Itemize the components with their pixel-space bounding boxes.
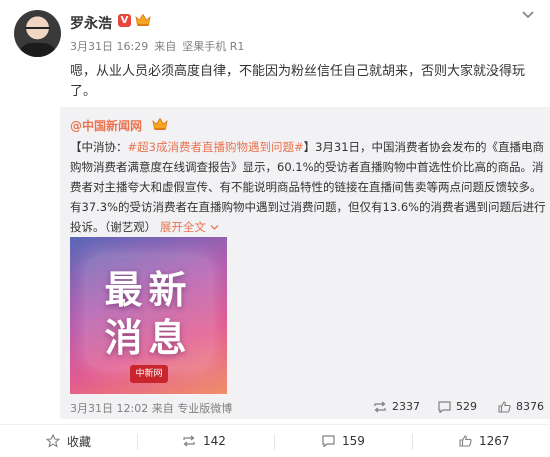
repost-icon: [374, 401, 386, 412]
separator: [412, 434, 413, 450]
comment-button[interactable]: 159: [322, 425, 365, 457]
comment-icon: [322, 435, 335, 447]
comment-count: 529: [456, 400, 477, 413]
like-count: 8376: [516, 400, 544, 413]
post-source[interactable]: 坚果手机 R1: [182, 40, 244, 53]
repost-source[interactable]: 专业版微博: [177, 402, 232, 415]
expand-full-text-link[interactable]: 展开全文: [156, 220, 219, 234]
crown-icon[interactable]: [135, 13, 151, 27]
like-button[interactable]: 1267: [459, 425, 510, 457]
chevron-down-icon[interactable]: [521, 10, 535, 20]
reposted-card: @中国新闻网 【中消协：#超3成消费者直播购物遇到问题#】3月31日，中国消费者…: [60, 107, 550, 419]
like-count: 1267: [479, 434, 510, 448]
repost-text-prefix: 【中消协：: [70, 140, 128, 154]
avatar[interactable]: [14, 10, 61, 57]
repost-repost-count[interactable]: 2337: [373, 400, 420, 413]
post-text: 嗯，从业人员必须高度自律，不能因为粉丝信任自己就胡来，否则大家就没得玩了。: [70, 64, 526, 99]
avatar-suit: [18, 43, 57, 57]
post-time[interactable]: 3月31日 16:29: [70, 40, 148, 53]
repost-text-body: 】3月31日，中国消费者协会发布的《直播电商购物消费者满意度在线调查报告》显示，…: [70, 140, 546, 234]
crown-icon[interactable]: [152, 117, 168, 131]
repost-text: 【中消协：#超3成消费者直播购物遇到问题#】3月31日，中国消费者协会发布的《直…: [70, 137, 546, 237]
repost-count: 142: [203, 434, 226, 448]
repost-meta: 3月31日 12:02 来自 专业版微博: [70, 400, 232, 416]
comment-count: 159: [342, 434, 365, 448]
weibo-post-card: 罗永浩 V 3月31日 16:29 来自 坚果手机 R1 嗯，从业人员必须高度自律，…: [0, 0, 550, 457]
separator: [137, 434, 138, 450]
separator: [274, 434, 275, 450]
avatar-glasses: [25, 27, 50, 33]
hashtag-link[interactable]: #超3成消费者直播购物遇到问题#: [128, 140, 304, 154]
repost-button[interactable]: 142: [182, 425, 226, 457]
author-name[interactable]: 罗永浩: [70, 13, 112, 33]
thumbs-up-icon: [459, 435, 472, 447]
repost-like-count[interactable]: 8376: [498, 400, 544, 413]
star-icon: [46, 434, 60, 448]
verified-v-icon: V: [118, 14, 131, 27]
thumbs-up-icon: [498, 400, 511, 413]
chevron-down-icon: [210, 225, 219, 230]
repost-count: 2337: [392, 400, 420, 413]
image-text-line1: 最新: [104, 268, 193, 312]
repost-source-prefix: 来自: [151, 402, 174, 415]
comment-icon: [438, 400, 451, 413]
news-image[interactable]: 最新 消息 中新网: [70, 237, 227, 394]
action-bar: 收藏 142 159 1267: [0, 425, 550, 457]
post-source-prefix: 来自: [154, 40, 177, 53]
repost-footer: 3月31日 12:02 来自 专业版微博 2337 529 8376: [70, 400, 546, 416]
repost-icon: [183, 435, 195, 447]
repost-time[interactable]: 3月31日 12:02: [70, 402, 148, 415]
repost-author[interactable]: @中国新闻网: [70, 117, 142, 134]
repost-comment-count[interactable]: 529: [438, 400, 477, 413]
expand-label: 展开全文: [159, 220, 206, 234]
post-meta: 3月31日 16:29 来自 坚果手机 R1: [70, 38, 250, 54]
chinanews-logo: 中新网: [130, 365, 168, 383]
favorite-button[interactable]: 收藏: [46, 425, 91, 457]
image-text-line2: 消息: [104, 316, 193, 360]
favorite-label: 收藏: [67, 434, 92, 449]
